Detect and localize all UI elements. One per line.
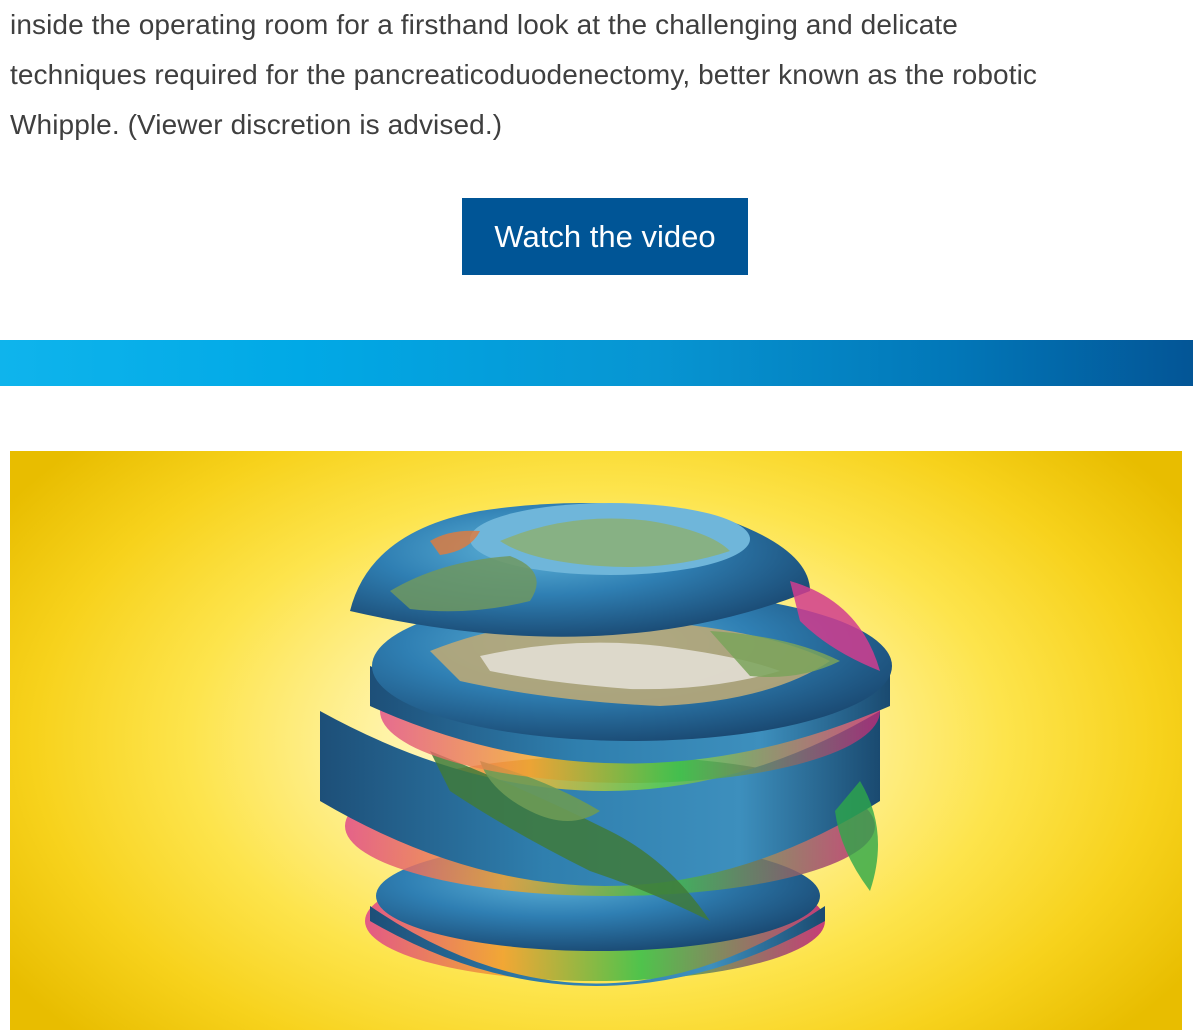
article-intro-text: inside the operating room for a firsthan… — [10, 0, 1170, 150]
section-divider-band — [0, 340, 1193, 386]
hero-image[interactable] — [10, 451, 1182, 1030]
sliced-globe-illustration — [320, 503, 892, 986]
intro-line-2: techniques required for the pancreaticod… — [10, 59, 1037, 90]
intro-line-3: Whipple. (Viewer discretion is advised.) — [10, 109, 503, 140]
watch-video-button[interactable]: Watch the video — [462, 198, 748, 275]
intro-line-1: inside the operating room for a firsthan… — [10, 9, 958, 40]
